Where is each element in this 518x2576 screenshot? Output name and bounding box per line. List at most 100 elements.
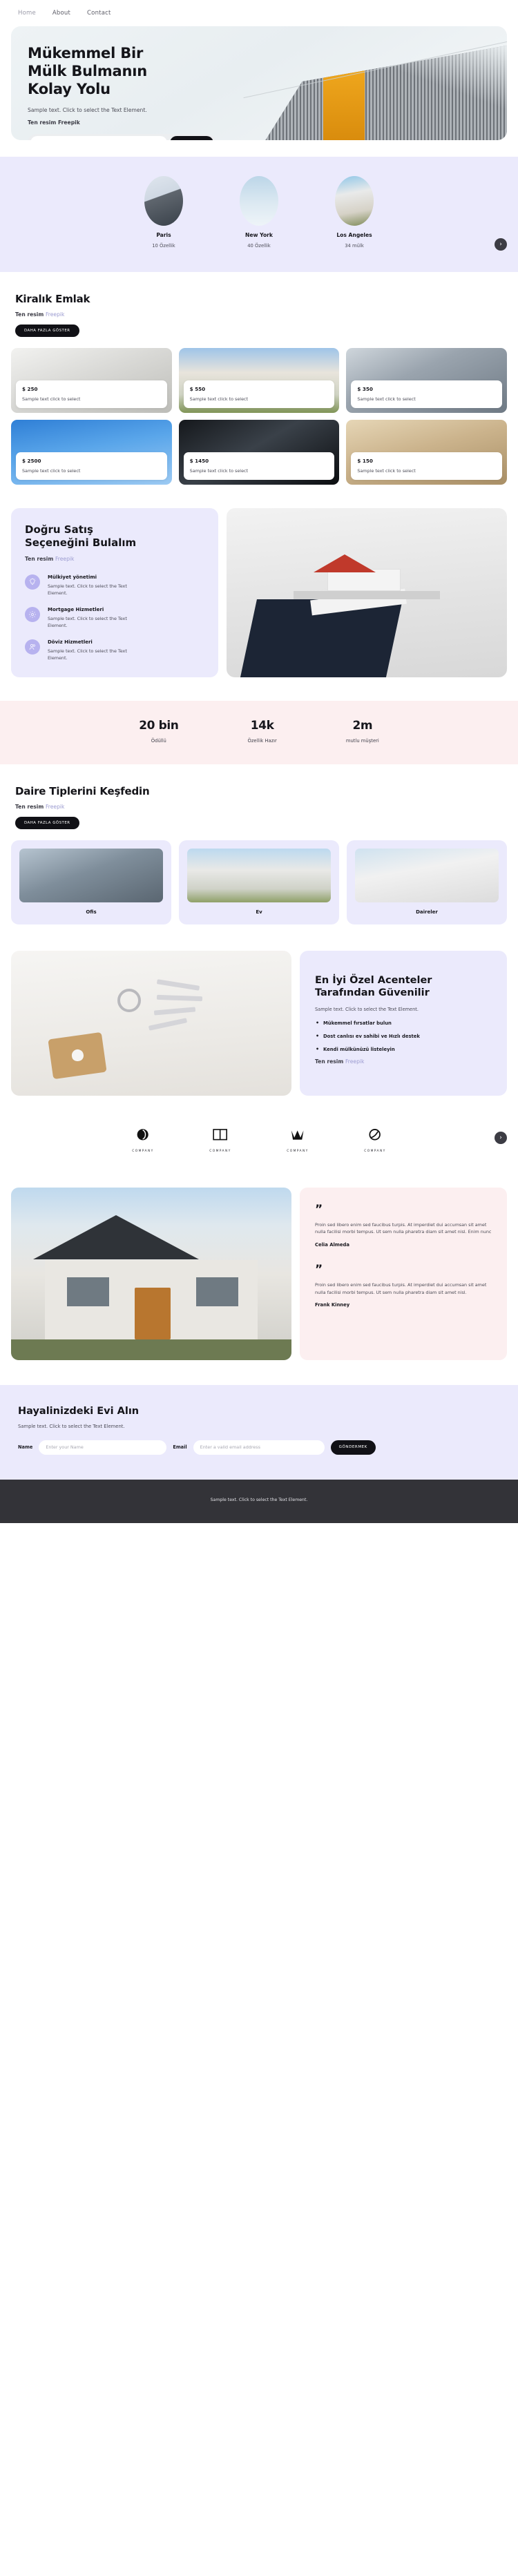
rental-section: Kiralık Emlak Ten resim Freepik DAHA FAZ… <box>0 272 518 337</box>
agents-subtitle: Sample text. Click to select the Text El… <box>315 1007 419 1013</box>
hero-submit-button[interactable]: GÖNDERMEK <box>169 136 213 140</box>
cities-carousel-section: Paris 10 Özellik New York 40 Özellik Los… <box>0 157 518 272</box>
property-desc: Sample text click to select <box>22 396 81 402</box>
hero-email-input[interactable] <box>30 136 167 140</box>
agents-benefit-item: Kendi mülkünüzü listeleyin <box>315 1046 492 1052</box>
rental-show-more-button[interactable]: DAHA FAZLA GÖSTER <box>15 325 79 337</box>
hero-title: Mükemmel Bir Mülk Bulmanın Kolay Yolu <box>28 45 148 98</box>
cta-submit-button[interactable]: GÖNDERMEK <box>330 1440 376 1455</box>
cta-section: Hayalinizdeki Evi Alın Sample text. Clic… <box>0 1384 518 1480</box>
stat-label: Ödüllü <box>151 737 166 744</box>
property-price: $ 350 <box>357 386 373 392</box>
property-card[interactable]: $ 350 Sample text click to select <box>346 348 507 413</box>
stat-number: 20 bin <box>139 718 179 733</box>
stat-label: mutlu müşteri <box>345 737 379 744</box>
property-price: $ 1450 <box>189 458 209 464</box>
property-price: $ 250 <box>22 386 38 392</box>
property-card[interactable]: $ 250 Sample text click to select <box>11 348 172 413</box>
hero-credit: Ten resim Freepik <box>28 119 507 126</box>
stat-item-customers: 2m mutlu müşteri <box>346 719 379 744</box>
cta-email-input[interactable] <box>193 1440 325 1455</box>
property-desc: Sample text click to select <box>22 468 81 474</box>
rental-credit-prefix: Ten resim <box>15 311 46 318</box>
agents-credit-link[interactable]: Freepik <box>345 1058 364 1065</box>
testimonial-text: Proin sed libero enim sed faucibus turpi… <box>315 1282 487 1295</box>
property-card[interactable]: $ 150 Sample text click to select <box>346 420 507 485</box>
testimonial-house-image <box>11 1187 291 1360</box>
sales-title: Doğru Satış Seçeneğini Bulalım <box>25 523 137 550</box>
apartment-types-section: Daire Tiplerini Keşfedin Ten resim Freep… <box>0 764 518 829</box>
partner-logo-caption: COMPANY <box>132 1149 154 1153</box>
city-meta: 10 Özellik <box>152 243 175 249</box>
feature-item-mortgage-services: Mortgage Hizmetleri Sample text. Click t… <box>25 607 204 630</box>
partner-logo-1[interactable]: COMPANY <box>124 1127 162 1153</box>
property-card[interactable]: $ 550 Sample text click to select <box>178 348 340 413</box>
nav-item-home[interactable]: Home <box>18 10 36 17</box>
rental-title: Kiralık Emlak <box>15 293 90 305</box>
feature-text: Sample text. Click to select the Text El… <box>48 648 127 661</box>
types-credit-link[interactable]: Freepik <box>46 804 64 810</box>
feature-title: Mortgage Hizmetleri <box>48 607 104 613</box>
partner-logo-3[interactable]: COMPANY <box>278 1127 317 1153</box>
testimonial-item: ” Proin sed libero enim sed faucibus tur… <box>315 1264 492 1308</box>
chevron-right-icon[interactable]: › <box>495 1132 507 1145</box>
hero-credit-prefix: Ten resim <box>28 119 58 126</box>
type-name: Daireler <box>416 909 438 915</box>
partner-logo-2[interactable]: COMPANY <box>201 1127 240 1153</box>
page-footer: Sample text. Click to select the Text El… <box>0 1479 518 1523</box>
type-card-apartments[interactable]: Daireler <box>347 840 507 924</box>
type-card-office[interactable]: Ofis <box>11 840 171 924</box>
property-desc: Sample text click to select <box>357 468 416 474</box>
types-credit-prefix: Ten resim <box>15 803 46 810</box>
city-image-new-york <box>240 176 278 226</box>
stat-number: 2m <box>352 718 373 733</box>
city-image-paris <box>144 176 183 226</box>
city-image-los-angeles <box>335 176 374 226</box>
property-card[interactable]: $ 2500 Sample text click to select <box>11 420 172 485</box>
quote-mark-icon: ” <box>315 1202 323 1217</box>
city-name: New York <box>245 232 273 238</box>
type-image-house <box>187 848 331 902</box>
type-image-office <box>19 848 163 902</box>
types-credit: Ten resim Freepik <box>15 804 503 810</box>
feature-item-currency-services: Döviz Hizmetleri Sample text. Click to s… <box>25 639 204 662</box>
agents-title: En İyi Özel Acenteler Tarafından Güvenil… <box>315 974 432 999</box>
type-card-house[interactable]: Ev <box>179 840 339 924</box>
sales-credit-link[interactable]: Freepik <box>55 556 74 562</box>
city-card-new-york[interactable]: New York 40 Özellik <box>229 176 289 249</box>
property-card[interactable]: $ 1450 Sample text click to select <box>178 420 340 485</box>
hero-credit-link[interactable]: Freepik <box>58 119 80 126</box>
stat-item-awards: 20 bin Ödüllü <box>139 718 179 744</box>
hero-section: Mükemmel Bir Mülk Bulmanın Kolay Yolu Sa… <box>0 26 518 157</box>
types-title: Daire Tiplerini Keşfedin <box>15 784 150 797</box>
chevron-right-icon[interactable]: › <box>495 238 507 251</box>
trusted-agents-section: En İyi Özel Acenteler Tarafından Güvenil… <box>0 924 518 1096</box>
property-desc: Sample text click to select <box>189 468 249 474</box>
partner-logo-caption: COMPANY <box>364 1149 386 1153</box>
city-card-paris[interactable]: Paris 10 Özellik <box>134 176 193 249</box>
statistics-section: 20 bin Ödüllü 14k Özellik Hazır 2m mutlu… <box>0 700 518 764</box>
gear-icon <box>25 607 40 623</box>
agents-benefit-list: Mükemmel fırsatlar bulun Dost canlısı ev… <box>315 1020 492 1052</box>
trusted-agents-panel: En İyi Özel Acenteler Tarafından Güvenil… <box>300 950 507 1096</box>
agents-credit-prefix: Ten resim <box>315 1058 345 1065</box>
feature-title: Mülkiyet yönetimi <box>48 574 97 581</box>
partner-logo-caption: COMPANY <box>209 1149 231 1153</box>
cta-title: Hayalinizdeki Evi Alın <box>18 1405 140 1417</box>
city-card-los-angeles[interactable]: Los Angeles 34 mülk <box>325 176 384 249</box>
feature-text: Sample text. Click to select the Text El… <box>48 583 127 597</box>
rental-credit-link[interactable]: Freepik <box>46 311 64 318</box>
stat-label: Özellik Hazır <box>247 737 277 744</box>
nav-item-contact[interactable]: Contact <box>87 10 111 17</box>
nav-item-about[interactable]: About <box>52 10 70 17</box>
property-price: $ 550 <box>189 386 206 392</box>
sales-hand-house-image <box>227 508 507 677</box>
feature-text: Sample text. Click to select the Text El… <box>48 616 127 629</box>
cta-name-input[interactable] <box>39 1440 167 1455</box>
partner-logo-4[interactable]: COMPANY <box>356 1127 394 1153</box>
hero-banner: Mükemmel Bir Mülk Bulmanın Kolay Yolu Sa… <box>11 26 507 140</box>
sales-options-panel: Doğru Satış Seçeneğini Bulalım Ten resim… <box>11 508 218 677</box>
types-show-more-button[interactable]: DAHA FAZLA GÖSTER <box>15 816 79 829</box>
type-name: Ofis <box>86 909 97 915</box>
testimonial-author: Celia Almeda <box>315 1242 349 1248</box>
